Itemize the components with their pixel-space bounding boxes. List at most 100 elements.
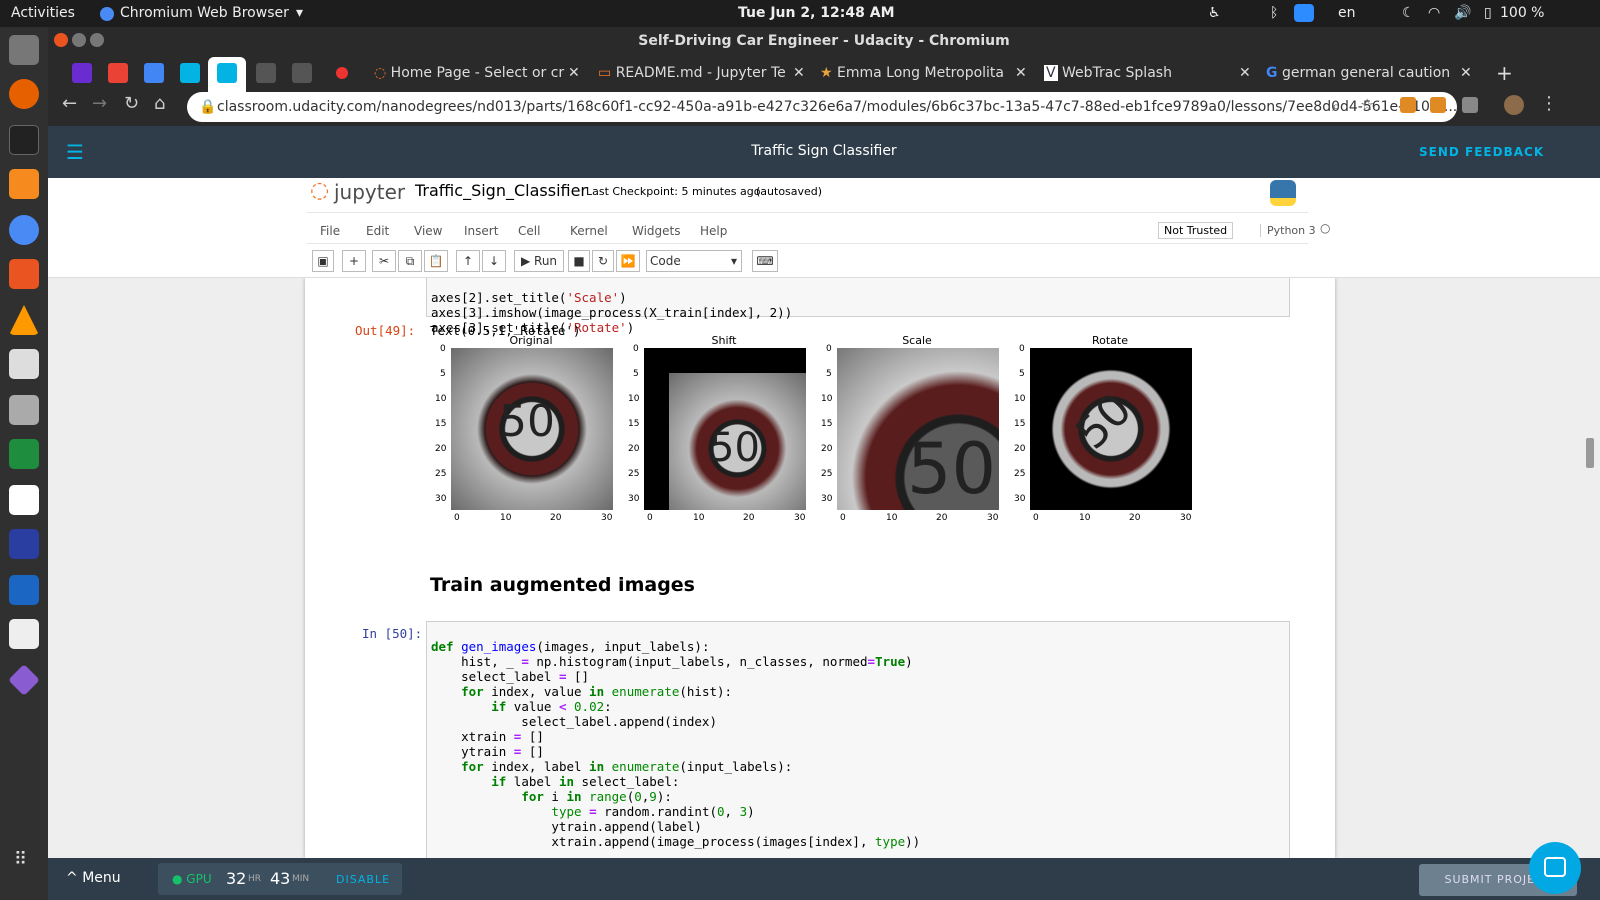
x-tick: 10 [500, 513, 512, 523]
gmail-tab-icon[interactable] [108, 63, 128, 83]
paste-icon[interactable]: 📋 [424, 250, 448, 272]
previous-code-cell[interactable]: axes[2].set_title('Scale') axes[3].imsho… [426, 278, 1290, 335]
trusted-indicator[interactable]: Not Trusted [1158, 222, 1234, 239]
sign-image: 50 [451, 348, 613, 510]
chromium-dock-icon[interactable] [9, 215, 39, 245]
mendeley-icon[interactable] [9, 575, 39, 605]
save-button[interactable]: ▣ [312, 250, 334, 272]
active-tab[interactable] [208, 57, 246, 93]
firefox-icon[interactable] [9, 79, 39, 109]
menu-widgets[interactable]: Widgets [632, 224, 681, 238]
translate-tab-icon[interactable] [144, 63, 164, 83]
jupyter-logo[interactable]: jupyter [334, 180, 405, 204]
run-button[interactable]: ▶ Run [514, 250, 564, 272]
software-center-icon[interactable] [9, 259, 39, 289]
menu-button[interactable]: ^ Menu [66, 870, 121, 886]
extension-icon[interactable] [1462, 97, 1478, 113]
zoom-search-icon[interactable]: ⌕ [1332, 97, 1340, 115]
screenshot-icon[interactable] [9, 395, 39, 425]
workspace-icon[interactable] [9, 485, 39, 515]
close-tab-icon[interactable]: ✕ [1239, 57, 1253, 89]
battery-percent[interactable]: 100 % [1500, 5, 1544, 21]
cell-type-select[interactable]: Code ▾ [646, 250, 742, 272]
bluetooth-icon[interactable]: ᛒ [1270, 5, 1278, 21]
activities-button[interactable]: Activities [11, 5, 75, 21]
kernel-name: Python 3 [1260, 224, 1316, 237]
menu-kernel[interactable]: Kernel [570, 224, 608, 238]
profile-avatar[interactable] [1504, 95, 1524, 115]
menu-edit[interactable]: Edit [366, 224, 389, 238]
insert-cell-button[interactable]: + [342, 250, 366, 272]
address-bar[interactable]: 🔒 classroom.udacity.com/nanodegrees/nd01… [187, 92, 1457, 122]
reload-icon[interactable]: ↻ [124, 93, 139, 114]
y-tick: 0 [440, 344, 446, 354]
stop-icon[interactable]: ■ [568, 250, 590, 272]
settings-icon[interactable] [9, 349, 39, 379]
spreadsheet-icon[interactable] [9, 439, 39, 469]
new-tab-button[interactable]: + [1496, 57, 1516, 89]
github-tab-icon[interactable] [292, 63, 312, 83]
y-tick: 30 [1014, 494, 1026, 504]
plot-title: Original [509, 334, 553, 347]
y-tick: 10 [435, 394, 447, 404]
extension-icon[interactable] [1430, 97, 1446, 113]
yahoo-tab-icon[interactable] [72, 63, 92, 83]
minimize-window-button[interactable] [72, 33, 86, 47]
chat-support-icon[interactable] [1529, 842, 1581, 894]
extension-icon[interactable] [1400, 97, 1416, 113]
fast-forward-icon[interactable]: ⏩ [616, 250, 640, 272]
language-indicator[interactable]: en [1338, 5, 1356, 21]
move-up-icon[interactable]: ↑ [456, 250, 480, 272]
vlc-icon[interactable] [9, 305, 39, 335]
menu-view[interactable]: View [414, 224, 442, 238]
tab-webtrac[interactable]: V WebTrac Splash [1044, 57, 1249, 89]
app-menu[interactable]: Chromium Web Browser [120, 5, 289, 21]
clock[interactable]: Tue Jun 2, 12:48 AM [738, 5, 895, 21]
close-window-button[interactable] [54, 33, 68, 47]
code-cell-gen-images[interactable]: def gen_images(images, input_labels): hi… [426, 621, 1290, 858]
terminal-icon[interactable] [9, 125, 39, 155]
move-down-icon[interactable]: ↓ [482, 250, 506, 272]
evince-icon[interactable] [9, 619, 39, 649]
github-tab-icon[interactable] [256, 63, 276, 83]
home-icon[interactable]: ⌂ [154, 93, 165, 114]
more-menu-icon[interactable]: ⋮ [1540, 93, 1558, 114]
notebook-name[interactable]: Traffic_Sign_Classifier [415, 181, 587, 200]
bookmark-star-icon[interactable]: ☆ [1360, 95, 1374, 114]
menu-help[interactable]: Help [700, 224, 727, 238]
show-apps-icon[interactable]: ⠿ [14, 849, 27, 870]
y-tick: 5 [1019, 369, 1025, 379]
app-icon[interactable] [8, 664, 40, 696]
send-feedback-link[interactable]: SEND FEEDBACK [1419, 145, 1544, 159]
wifi-icon: ◠ [1428, 5, 1441, 21]
close-tab-icon[interactable]: ✕ [568, 57, 582, 89]
close-tab-icon[interactable]: ✕ [1015, 57, 1029, 89]
files-icon[interactable] [9, 35, 39, 65]
scrollbar-thumb[interactable] [1586, 438, 1594, 468]
cut-icon[interactable]: ✂ [372, 250, 396, 272]
copy-icon[interactable]: ⧉ [398, 250, 422, 272]
tab-jupyter-home[interactable]: ◌ Home Page - Select or cr [374, 57, 579, 89]
plot-title: Rotate [1091, 334, 1128, 347]
tab-emma-long[interactable]: ★ Emma Long Metropolita [820, 57, 1025, 89]
disable-gpu-button[interactable]: DISABLE [336, 873, 390, 886]
forward-icon[interactable]: → [92, 93, 107, 114]
sublime-icon[interactable] [9, 169, 39, 199]
menu-insert[interactable]: Insert [464, 224, 498, 238]
tab-readme[interactable]: ▭ README.md - Jupyter Te [598, 57, 803, 89]
record-tab-icon[interactable] [336, 67, 348, 79]
menu-file[interactable]: File [320, 224, 340, 238]
menu-cell[interactable]: Cell [518, 224, 540, 238]
accessibility-icon[interactable]: ♿ [1208, 5, 1221, 21]
maximize-window-button[interactable] [90, 33, 104, 47]
y-tick: 15 [435, 419, 447, 429]
back-icon[interactable]: ← [62, 93, 77, 114]
keyboard-icon[interactable]: ⌨ [752, 250, 778, 272]
texmaker-icon[interactable] [9, 529, 39, 559]
tab-google-search[interactable]: G german general caution [1266, 57, 1471, 89]
close-tab-icon[interactable]: ✕ [793, 57, 807, 89]
udacity-tab-icon[interactable] [180, 63, 200, 83]
zoom-icon[interactable] [1294, 4, 1314, 22]
restart-icon[interactable]: ↻ [592, 250, 614, 272]
close-tab-icon[interactable]: ✕ [1460, 57, 1474, 89]
